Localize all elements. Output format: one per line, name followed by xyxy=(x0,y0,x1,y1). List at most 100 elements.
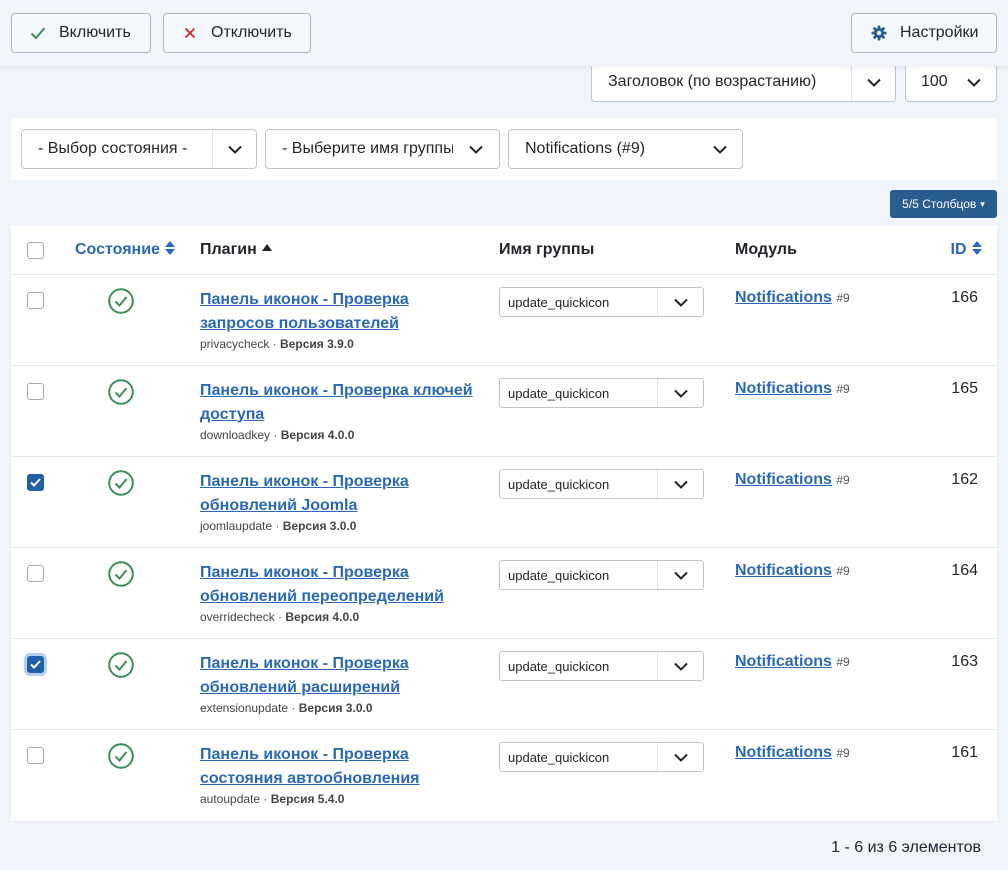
enabled-status-icon[interactable] xyxy=(108,470,134,496)
row-id: 166 xyxy=(951,289,978,306)
group-filter-select[interactable]: - Выберите имя группы xyxy=(265,129,500,169)
settings-button[interactable]: Настройки xyxy=(851,13,997,53)
row-id: 163 xyxy=(951,653,978,670)
folder-filter-select[interactable]: Notifications (#9) xyxy=(508,129,743,169)
gear-icon xyxy=(871,25,887,41)
enabled-status-icon[interactable] xyxy=(108,288,134,314)
select-all-checkbox[interactable] xyxy=(27,242,44,259)
module-link[interactable]: Notifications xyxy=(735,562,832,579)
table-row: Панель иконок - Проверка состояния автоо… xyxy=(11,730,997,821)
plugin-meta: autoupdate · Версия 5.4.0 xyxy=(200,792,345,806)
sort-icon xyxy=(972,241,982,255)
row-checkbox[interactable] xyxy=(27,474,44,491)
plugin-name-link[interactable]: Панель иконок - Проверка ключей доступа xyxy=(200,379,480,426)
module-link[interactable]: Notifications xyxy=(735,380,832,397)
sort-asc-icon xyxy=(262,244,273,251)
plugin-name-link[interactable]: Панель иконок - Проверка обновлений пере… xyxy=(200,561,480,608)
plugin-version: Версия 3.0.0 xyxy=(298,701,373,715)
table-header: Состояние Плагин Имя группы Модуль ID xyxy=(11,226,997,275)
enabled-status-icon[interactable] xyxy=(108,743,134,769)
chevron-down-icon xyxy=(657,561,703,589)
columns-button[interactable]: 5/5 Столбцов ▾ xyxy=(890,190,997,218)
chevron-down-icon xyxy=(698,130,742,168)
module-cell: Notifications #9 xyxy=(735,380,850,398)
row-checkbox[interactable] xyxy=(27,565,44,582)
plugin-element: privacycheck xyxy=(200,337,270,351)
disable-button[interactable]: Отключить xyxy=(163,13,311,53)
chevron-down-icon xyxy=(657,470,703,498)
plugin-column-header[interactable]: Плагин xyxy=(200,241,273,259)
module-tag: #9 xyxy=(836,473,850,487)
module-tag: #9 xyxy=(836,655,850,669)
enabled-status-icon[interactable] xyxy=(108,652,134,678)
group-select[interactable]: update_quickicon xyxy=(499,742,704,772)
limit-select[interactable]: 100 xyxy=(905,62,997,102)
plugins-table: Состояние Плагин Имя группы Модуль ID Па… xyxy=(11,226,997,821)
plugin-element: autoupdate xyxy=(200,792,261,806)
row-checkbox[interactable] xyxy=(27,292,44,309)
module-column-label: Модуль xyxy=(735,241,797,258)
id-column-label: ID xyxy=(950,241,967,258)
group-select[interactable]: update_quickicon xyxy=(499,469,704,499)
plugin-name-link[interactable]: Панель иконок - Проверка состояния автоо… xyxy=(200,743,480,790)
id-column-header[interactable]: ID xyxy=(951,241,982,259)
row-id: 165 xyxy=(951,380,978,397)
pagination-info: 1 - 6 из 6 элементов xyxy=(831,839,981,856)
chevron-down-icon xyxy=(657,288,703,316)
module-link[interactable]: Notifications xyxy=(735,744,832,761)
row-checkbox[interactable] xyxy=(27,747,44,764)
group-select[interactable]: update_quickicon xyxy=(499,560,704,590)
plugin-version: Версия 3.0.0 xyxy=(282,519,357,533)
module-cell: Notifications #9 xyxy=(735,653,850,671)
group-select[interactable]: update_quickicon xyxy=(499,651,704,681)
enable-button[interactable]: Включить xyxy=(11,13,151,53)
module-link[interactable]: Notifications xyxy=(735,289,832,306)
chevron-down-icon xyxy=(657,379,703,407)
chevron-down-icon xyxy=(851,63,895,101)
row-checkbox[interactable] xyxy=(27,656,44,673)
module-cell: Notifications #9 xyxy=(735,562,850,580)
module-tag: #9 xyxy=(836,746,850,760)
plugin-name-link[interactable]: Панель иконок - Проверка обновлений Joom… xyxy=(200,470,480,517)
group-select[interactable]: update_quickicon xyxy=(499,378,704,408)
group-column-header: Имя группы xyxy=(499,241,594,259)
plugin-name-link[interactable]: Панель иконок - Проверка обновлений расш… xyxy=(200,652,480,699)
module-link[interactable]: Notifications xyxy=(735,471,832,488)
row-id: 164 xyxy=(951,562,978,579)
plugin-element: downloadkey xyxy=(200,428,271,442)
plugin-column-label: Плагин xyxy=(200,241,257,258)
module-tag: #9 xyxy=(836,564,850,578)
row-checkbox[interactable] xyxy=(27,383,44,400)
plugin-meta: downloadkey · Версия 4.0.0 xyxy=(200,428,355,442)
chevron-down-icon xyxy=(453,130,499,168)
ordering-select[interactable]: Заголовок (по возрастанию) xyxy=(591,62,896,102)
plugin-version: Версия 4.0.0 xyxy=(285,610,360,624)
module-tag: #9 xyxy=(836,382,850,396)
close-icon xyxy=(182,25,198,41)
group-select-value: update_quickicon xyxy=(508,658,610,674)
plugin-name-link[interactable]: Панель иконок - Проверка запросов пользо… xyxy=(200,288,480,335)
module-cell: Notifications #9 xyxy=(735,289,850,307)
plugin-version: Версия 4.0.0 xyxy=(280,428,355,442)
enabled-status-icon[interactable] xyxy=(108,379,134,405)
chevron-down-icon xyxy=(657,652,703,680)
module-link[interactable]: Notifications xyxy=(735,653,832,670)
state-filter-select[interactable]: - Выбор состояния - xyxy=(21,129,257,169)
state-column-header[interactable]: Состояние xyxy=(75,241,176,259)
group-select[interactable]: update_quickicon xyxy=(499,287,704,317)
plugin-meta: joomlaupdate · Версия 3.0.0 xyxy=(200,519,357,533)
folder-filter-value: Notifications (#9) xyxy=(525,140,646,157)
plugin-meta: extensionupdate · Версия 3.0.0 xyxy=(200,701,373,715)
plugin-meta: overridecheck · Версия 4.0.0 xyxy=(200,610,360,624)
disable-button-label: Отключить xyxy=(211,24,292,41)
settings-button-label: Настройки xyxy=(900,24,979,41)
chevron-down-icon xyxy=(657,743,703,771)
module-cell: Notifications #9 xyxy=(735,471,850,489)
group-column-label: Имя группы xyxy=(499,241,595,258)
chevron-down-icon xyxy=(952,63,996,101)
caret-down-icon: ▾ xyxy=(980,198,985,209)
plugin-element: joomlaupdate xyxy=(200,519,273,533)
group-select-value: update_quickicon xyxy=(508,476,610,492)
group-select-value: update_quickicon xyxy=(508,749,610,765)
enabled-status-icon[interactable] xyxy=(108,561,134,587)
